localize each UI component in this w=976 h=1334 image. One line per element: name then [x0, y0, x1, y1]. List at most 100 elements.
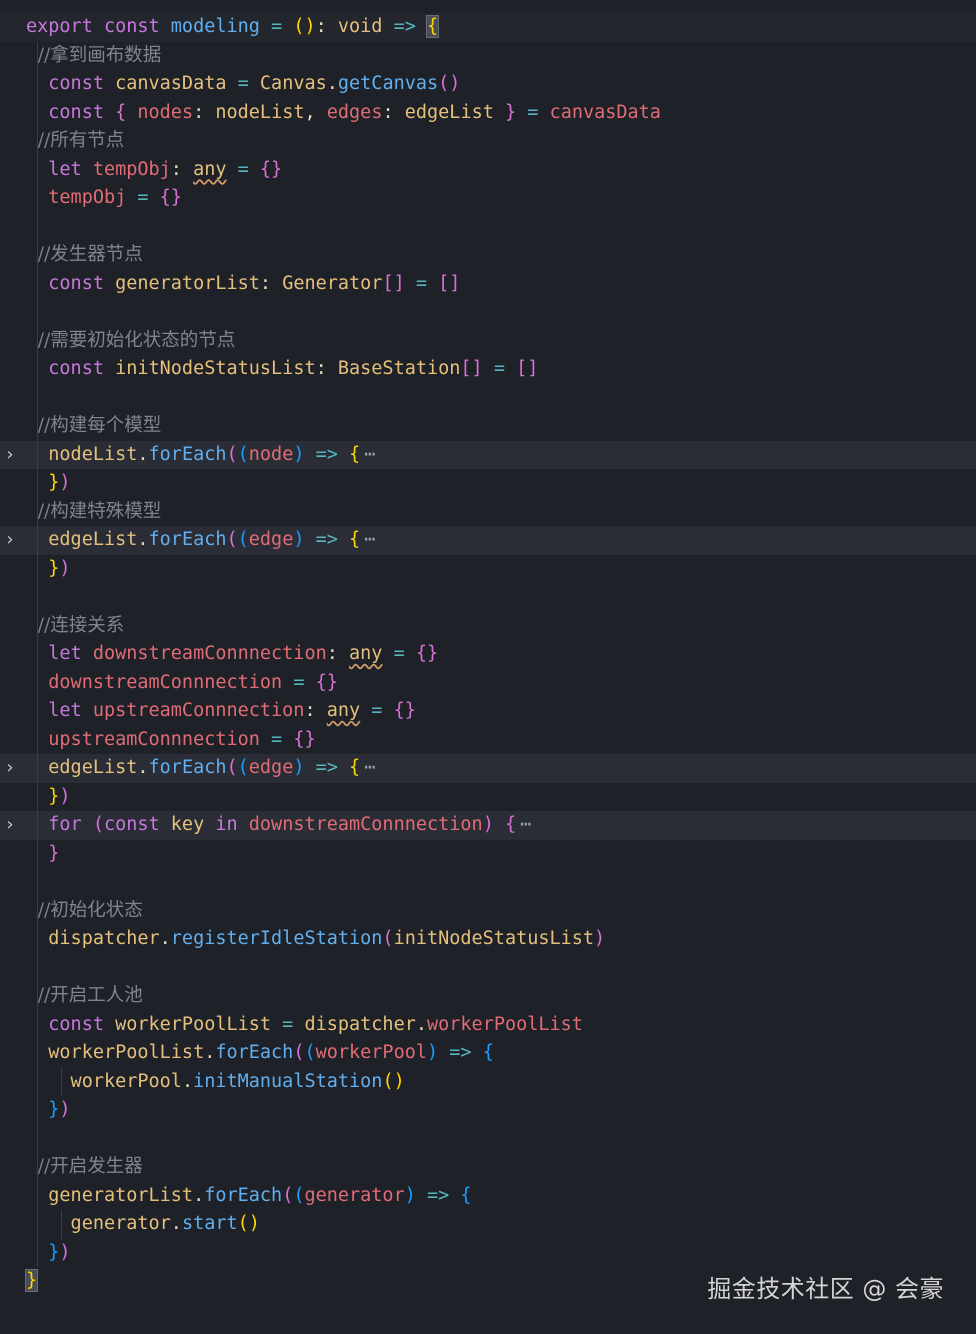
code-token: . — [137, 529, 149, 550]
code-line[interactable]: let upstreamConnnection: any = {} — [0, 697, 976, 726]
code-token: => — [304, 529, 350, 550]
code-token: //需要初始化状态的节点 — [26, 329, 236, 351]
code-token: = — [259, 16, 294, 37]
code-token: } — [26, 472, 60, 493]
folded-ellipsis[interactable]: ⋯ — [364, 444, 375, 465]
code-line[interactable]: tempObj = {} — [0, 184, 976, 213]
code-line[interactable]: › for (const key in downstreamConnnectio… — [0, 811, 976, 840]
code-token: //所有节点 — [26, 130, 125, 151]
code-token: = — [360, 700, 394, 721]
code-token: //开启工人池 — [26, 985, 143, 1006]
indent-guide — [37, 868, 38, 897]
code-token: initNodeStatusList — [393, 928, 595, 949]
code-line[interactable]: const generatorList: Generator[] = [] — [0, 269, 976, 298]
code-token: } — [493, 101, 517, 123]
code-line[interactable] — [0, 583, 976, 612]
code-line[interactable]: generatorList.forEach((generator) => { — [0, 1181, 976, 1210]
code-token: downstreamConnnection — [26, 671, 283, 693]
code-line[interactable]: }) — [0, 1096, 976, 1125]
code-token: { — [493, 814, 517, 835]
code-token: forEach — [215, 1042, 294, 1063]
chevron-right-icon[interactable]: › — [2, 811, 18, 840]
code-line[interactable]: }) — [0, 554, 976, 583]
code-line[interactable]: let downstreamConnnection: any = {} — [0, 640, 976, 669]
code-line[interactable]: export const modeling = (): void => { — [0, 13, 976, 42]
code-line[interactable]: //发生器节点 — [0, 241, 976, 270]
code-token: } — [26, 842, 60, 864]
chevron-right-icon[interactable]: › — [2, 441, 18, 470]
code-token: } — [26, 557, 60, 579]
code-token: const — [103, 814, 171, 835]
code-line[interactable]: //所有节点 — [0, 127, 976, 156]
code-line[interactable]: workerPoolList.forEach((workerPool) => { — [0, 1039, 976, 1068]
code-line[interactable]: //构建每个模型 — [0, 412, 976, 441]
code-token: { — [426, 15, 440, 38]
code-line[interactable]: //需要初始化状态的节点 — [0, 326, 976, 355]
code-token: nodeList — [26, 443, 138, 465]
code-line[interactable]: const workerPoolList = dispatcher.worker… — [0, 1010, 976, 1039]
code-token: key — [170, 814, 216, 835]
indent-guide — [37, 241, 38, 270]
code-token: . — [415, 1013, 427, 1035]
code-token: = — [259, 728, 294, 750]
code-line[interactable] — [0, 953, 976, 982]
code-line[interactable]: upstreamConnnection = {} — [0, 725, 976, 754]
code-token: any — [326, 700, 361, 721]
folded-ellipsis[interactable]: ⋯ — [364, 529, 375, 550]
code-token: const — [26, 101, 116, 123]
indent-guide — [37, 155, 38, 184]
code-line[interactable]: }) — [0, 469, 976, 498]
code-line[interactable]: const initNodeStatusList: BaseStation[] … — [0, 355, 976, 384]
code-line[interactable] — [0, 298, 976, 327]
code-line[interactable]: downstreamConnnection = {} — [0, 668, 976, 697]
indent-guide — [37, 896, 38, 925]
code-line[interactable]: //连接关系 — [0, 611, 976, 640]
code-line[interactable]: //构建特殊模型 — [0, 497, 976, 526]
code-token: start — [181, 1213, 238, 1234]
code-line[interactable]: workerPool.initManualStation() — [0, 1067, 976, 1096]
code-token: registerIdleStation — [170, 928, 383, 949]
code-line[interactable]: › nodeList.forEach((node) => {⋯ — [0, 440, 976, 470]
code-line[interactable] — [0, 212, 976, 241]
code-line[interactable]: }) — [0, 782, 976, 811]
code-line[interactable]: › edgeList.forEach((edge) => {⋯ — [0, 526, 976, 555]
code-token: //连接关系 — [26, 614, 125, 636]
code-editor[interactable]: export const modeling = (): void => { //… — [0, 13, 976, 1296]
code-token: ) — [404, 1184, 416, 1206]
code-token: dispatcher — [304, 1013, 416, 1035]
code-line[interactable]: }) — [0, 1238, 976, 1267]
code-line[interactable]: //初始化状态 — [0, 896, 976, 925]
chevron-right-icon[interactable]: › — [2, 526, 18, 555]
code-line[interactable]: //拿到画布数据 — [0, 41, 976, 70]
folded-ellipsis[interactable]: ⋯ — [364, 757, 375, 778]
code-token: { — [460, 1184, 472, 1206]
code-token: //构建特殊模型 — [26, 500, 162, 522]
code-token: //开启发生器 — [26, 1156, 143, 1177]
code-line[interactable]: const { nodes: nodeList, edges: edgeList… — [0, 98, 976, 127]
folded-ellipsis[interactable]: ⋯ — [520, 814, 531, 835]
code-line[interactable]: //开启工人池 — [0, 982, 976, 1011]
code-token: any — [193, 158, 227, 180]
chevron-right-icon[interactable]: › — [2, 754, 18, 783]
code-line[interactable]: } — [0, 839, 976, 868]
code-line[interactable]: generator.start() — [0, 1210, 976, 1239]
code-line[interactable]: › edgeList.forEach((edge) => {⋯ — [0, 754, 976, 783]
code-token: [] — [438, 272, 461, 294]
code-token: const — [26, 272, 116, 294]
code-token: //拿到画布数据 — [26, 44, 162, 66]
code-token: => — [304, 443, 350, 465]
indent-guide — [37, 1067, 38, 1096]
code-token: nodeList — [215, 101, 305, 123]
code-token: ( — [226, 529, 238, 550]
code-token: workerPoolList — [115, 1013, 272, 1035]
code-line[interactable] — [0, 868, 976, 897]
code-line[interactable] — [0, 383, 976, 412]
code-line[interactable] — [0, 1124, 976, 1153]
code-line[interactable]: let tempObj: any = {} — [0, 155, 976, 184]
code-line[interactable]: const canvasData = Canvas.getCanvas() — [0, 70, 976, 99]
code-line[interactable]: //开启发生器 — [0, 1153, 976, 1182]
code-line[interactable]: dispatcher.registerIdleStation(initNodeS… — [0, 925, 976, 954]
code-token: : — [326, 643, 350, 664]
code-token: ) — [59, 557, 71, 579]
indent-guide — [37, 953, 38, 982]
